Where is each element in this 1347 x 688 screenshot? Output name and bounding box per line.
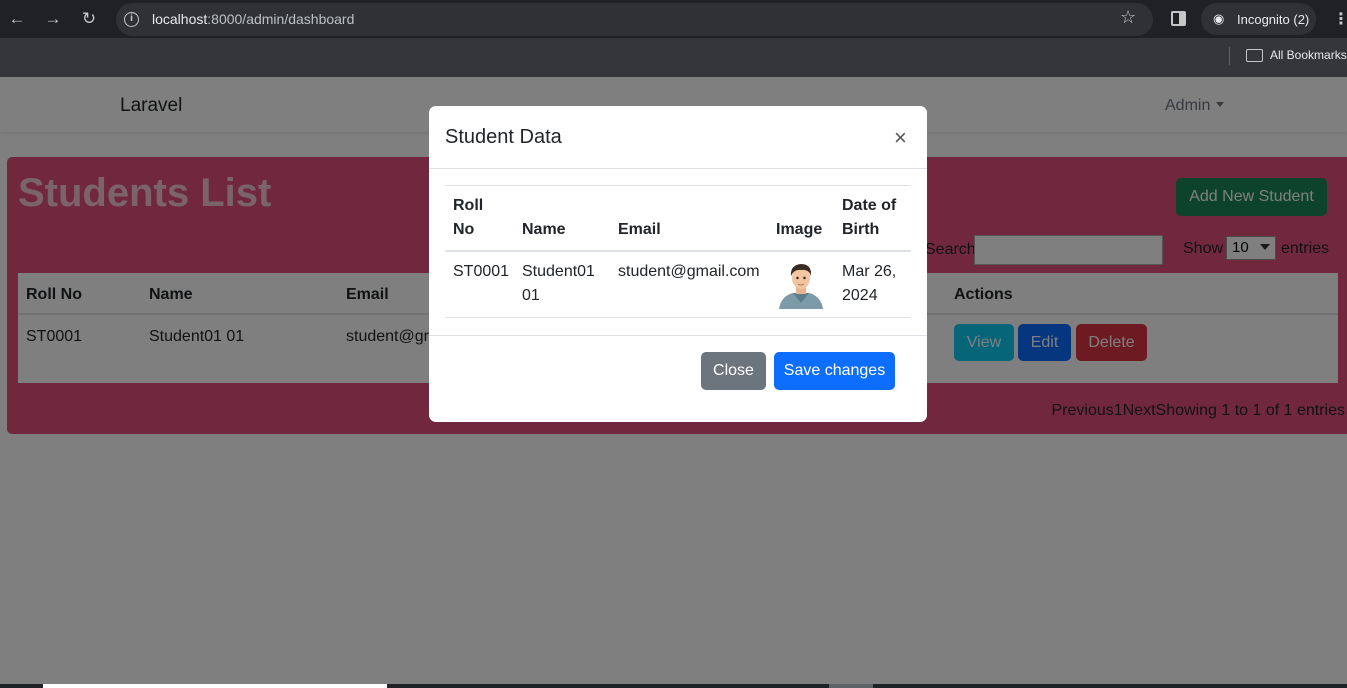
modal-footer-divider — [429, 335, 927, 336]
side-panel-icon[interactable] — [1171, 11, 1186, 26]
incognito-button[interactable]: ◉ Incognito (2) — [1201, 3, 1316, 35]
reload-icon[interactable]: ↻ — [78, 8, 100, 30]
taskbar-strip — [0, 684, 1347, 688]
modal-title: Student Data — [445, 126, 562, 148]
modal-header-divider — [429, 168, 927, 169]
cell-roll-no: ST0001 — [453, 263, 510, 280]
close-icon[interactable]: × — [894, 127, 907, 149]
cell-email: student@gmail.com — [618, 263, 760, 280]
bookmarks-divider — [1229, 47, 1230, 65]
bookmarks-bar — [0, 38, 1347, 77]
taskbar-segment — [829, 684, 873, 688]
row-divider — [445, 317, 911, 318]
back-icon[interactable]: ← — [6, 8, 28, 30]
forward-icon[interactable]: → — [42, 8, 64, 30]
all-bookmarks-link[interactable]: All Bookmarks — [1270, 48, 1347, 62]
header-divider — [445, 250, 911, 252]
bookmark-star-icon[interactable]: ☆ — [1120, 7, 1136, 28]
save-changes-button[interactable]: Save changes — [774, 352, 895, 390]
column-header-roll: Roll No — [453, 197, 484, 238]
column-header-name: Name — [522, 221, 566, 238]
app-page: Laravel Admin Students List Add New Stud… — [0, 77, 1347, 688]
cell-dob: Mar 26, 2024 — [842, 263, 897, 304]
address-bar[interactable]: i localhost:8000/admin/dashboard — [116, 3, 1153, 36]
close-button[interactable]: Close — [701, 352, 766, 390]
student-data-modal: Student Data × Roll No Name Email Image D… — [429, 106, 927, 422]
incognito-label: Incognito (2) — [1237, 12, 1310, 27]
folder-icon — [1246, 49, 1263, 62]
site-info-icon[interactable]: i — [124, 12, 139, 27]
taskbar-segment — [43, 684, 387, 688]
table-top-border — [445, 185, 911, 186]
browser-toolbar: ← → ↻ i localhost:8000/admin/dashboard ☆… — [0, 0, 1347, 38]
column-header-dob: Date of Birth — [842, 197, 897, 238]
student-avatar — [779, 264, 823, 309]
cell-name: Student01 01 — [522, 263, 595, 304]
incognito-icon: ◉ — [1213, 11, 1225, 26]
browser-menu-icon[interactable]: ⋮ — [1333, 9, 1347, 29]
url-text[interactable]: localhost:8000/admin/dashboard — [152, 11, 354, 27]
column-header-email: Email — [618, 221, 661, 238]
column-header-image: Image — [776, 221, 823, 238]
